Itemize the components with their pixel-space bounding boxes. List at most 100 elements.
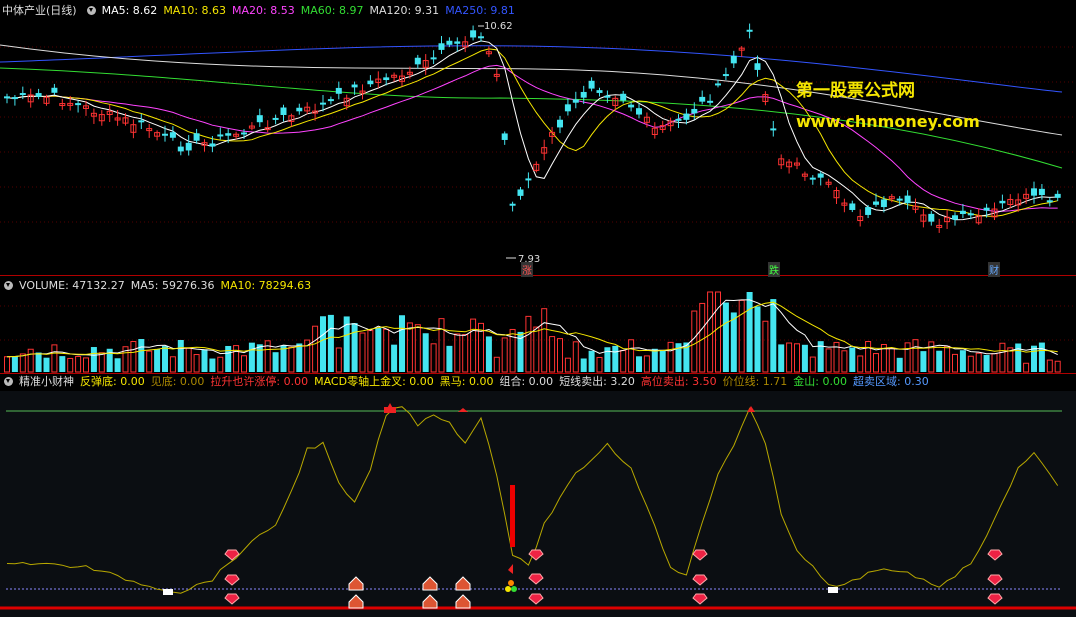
- volume-bar-down: [580, 358, 587, 372]
- volume-bar-down: [422, 333, 429, 372]
- volume-bar-down: [746, 292, 753, 372]
- candle-down: [327, 99, 334, 102]
- volume-bar-up: [564, 357, 571, 373]
- volume-bar-up: [406, 322, 413, 373]
- volume-panel[interactable]: VOLUME: 47132.27 MA5: 59276.36 MA10: 78294…: [0, 276, 1076, 374]
- volume-bar-down: [754, 306, 761, 372]
- volume-bar-down: [446, 345, 453, 372]
- volume-bar-up: [557, 338, 563, 373]
- volume-bar-down: [35, 352, 42, 372]
- volume-bar-up: [1046, 359, 1053, 373]
- volume-bar-up: [217, 356, 224, 373]
- candle-down: [501, 133, 508, 140]
- volume-bar-up: [4, 356, 10, 373]
- volume-bar-down: [114, 358, 121, 372]
- candle-down: [959, 210, 966, 215]
- volume-bar-up: [438, 318, 445, 373]
- volume-bar-up: [241, 355, 247, 373]
- candle-down: [383, 77, 390, 81]
- volume-bar-down: [485, 336, 492, 372]
- volume-bar-up: [335, 347, 342, 373]
- volume-bar-down: [296, 343, 303, 372]
- volume-bar-up: [169, 356, 176, 373]
- volume-bar-down: [11, 356, 18, 372]
- candle-down: [691, 108, 698, 114]
- candle-down: [335, 87, 342, 94]
- candle-down: [865, 207, 872, 215]
- candle-down: [177, 146, 184, 152]
- candle-down: [715, 83, 721, 86]
- volume-bar-up: [944, 345, 951, 373]
- indicator-chart[interactable]: [0, 374, 1076, 617]
- candle-down: [904, 195, 911, 204]
- watermark-title: 第一股票公式网: [796, 81, 915, 101]
- candle-down: [162, 133, 168, 136]
- candle-down: [604, 95, 611, 98]
- candle-down: [636, 108, 642, 115]
- candle-down: [1054, 193, 1061, 198]
- volume-bar-up: [98, 352, 105, 373]
- candle-down: [588, 80, 595, 89]
- volume-bar-down: [256, 344, 263, 372]
- volume-bar-down: [201, 349, 208, 372]
- price-panel[interactable]: 中体产业(日线) MA5: 8.62 MA10: 8.63 MA20: 8.53 MA6…: [0, 0, 1076, 277]
- candle-down: [217, 134, 224, 137]
- volume-bar-up: [19, 353, 26, 373]
- candle-down: [138, 120, 145, 123]
- volume-bar-up: [809, 356, 816, 373]
- candlestick-chart[interactable]: [0, 0, 1076, 276]
- candle-down: [564, 104, 571, 112]
- candle-down: [572, 99, 579, 103]
- candle-down: [454, 41, 461, 44]
- volume-bar-up: [596, 356, 603, 373]
- volume-bar-up: [312, 325, 319, 373]
- volume-bar-up: [620, 350, 627, 373]
- volume-bar-down: [936, 350, 943, 372]
- volume-bar-down: [636, 356, 642, 372]
- volume-bar-up: [193, 354, 200, 373]
- volume-bar-up: [501, 337, 508, 373]
- combo-signal-icon: [508, 580, 514, 586]
- candle-down: [4, 96, 10, 99]
- volume-bar-up: [493, 356, 500, 373]
- combo-signal-icon: [511, 586, 517, 592]
- volume-bar-down: [399, 315, 405, 372]
- sell-signal-icon: [384, 407, 396, 413]
- indicator-panel[interactable]: 精准小财神 反弹底: 0.00 见底: 0.00 拉升也许涨停: 0.00 MACD零轴…: [0, 374, 1076, 617]
- candle-down: [19, 93, 26, 96]
- candle-down: [241, 132, 247, 135]
- candle-down: [280, 107, 287, 115]
- volume-bar-down: [327, 314, 334, 372]
- volume-bar-up: [762, 320, 769, 373]
- candle-down: [296, 107, 303, 112]
- volume-bar-up: [667, 341, 674, 373]
- volume-bar-up: [1023, 362, 1030, 373]
- candle-down: [999, 200, 1006, 204]
- candle-down: [225, 133, 232, 136]
- bottom-signal-marker: [163, 589, 173, 595]
- candle-down: [438, 43, 445, 50]
- volume-bar-up: [185, 347, 192, 373]
- volume-bar-down: [209, 358, 216, 372]
- volume-bar-up: [533, 326, 540, 373]
- volume-bar-down: [920, 351, 927, 372]
- volume-bar-up: [825, 348, 832, 373]
- candle-down: [367, 80, 374, 85]
- volume-bar-up: [841, 350, 848, 373]
- volume-bar-up: [430, 343, 437, 373]
- volume-bar-down: [320, 316, 326, 372]
- volume-bar-down: [588, 350, 595, 372]
- volume-chart[interactable]: [0, 276, 1076, 374]
- volume-bar-up: [367, 330, 374, 373]
- volume-bar-down: [659, 350, 666, 372]
- volume-bar-up: [991, 353, 998, 373]
- volume-bar-down: [1015, 343, 1022, 372]
- volume-bar-up: [525, 315, 532, 373]
- volume-bar-down: [730, 312, 737, 372]
- volume-bar-up: [1054, 360, 1061, 373]
- indicator-bg: [0, 391, 1076, 617]
- volume-bar-down: [59, 356, 66, 372]
- volume-bar-up: [691, 310, 698, 373]
- candle-down: [628, 104, 635, 108]
- volume-bar-up: [359, 332, 366, 373]
